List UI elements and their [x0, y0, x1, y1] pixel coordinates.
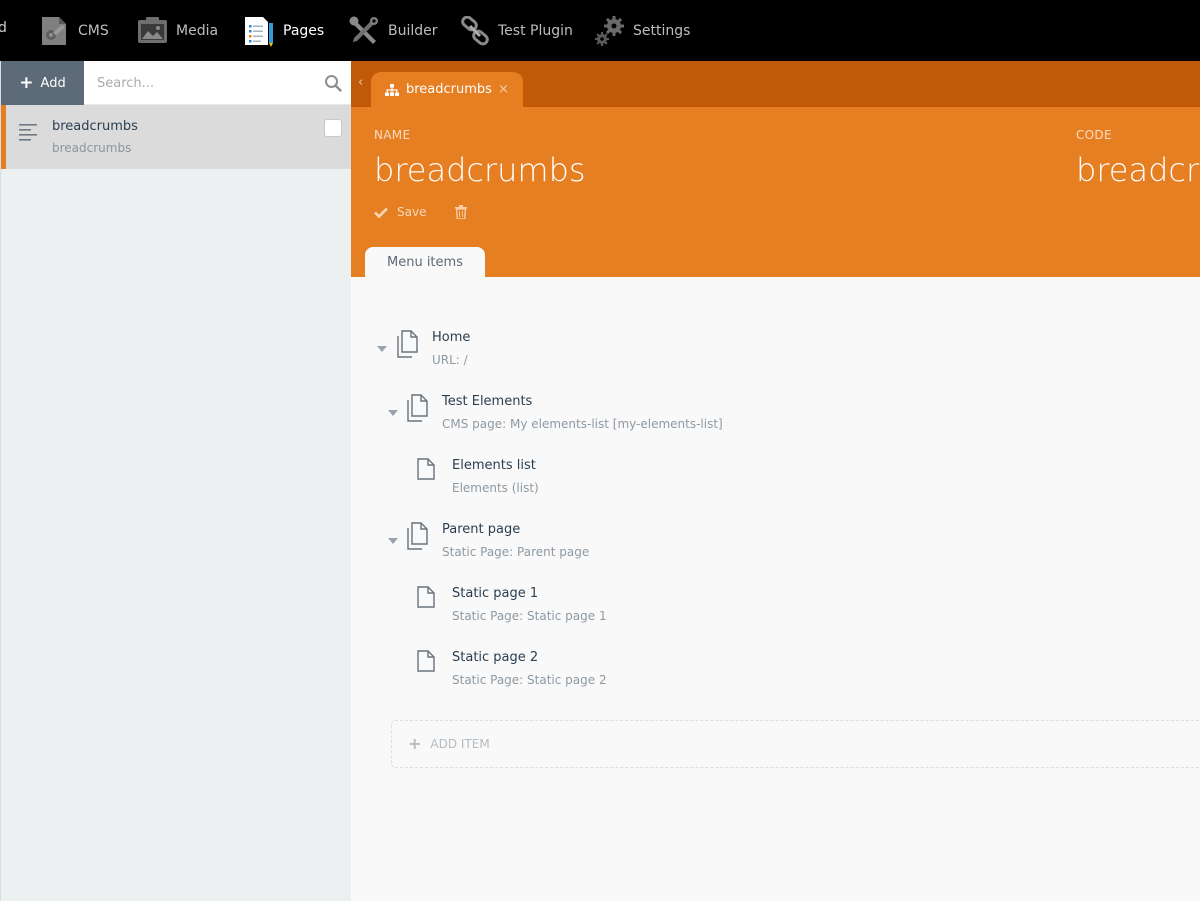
tree-item-home[interactable]: Home URL: /: [377, 330, 977, 374]
sitemap-icon: [385, 83, 399, 96]
tree-item-title: Parent page: [442, 522, 521, 537]
save-button[interactable]: Save: [374, 205, 426, 219]
list-item-title: breadcrumbs: [52, 119, 138, 134]
tab-scroll-left-icon[interactable]: ‹: [358, 75, 363, 90]
tab-bar: ‹ breadcrumbs ×: [351, 61, 1200, 107]
add-button[interactable]: + Add: [1, 61, 84, 105]
main-panel: ‹ breadcrumbs × NAME breadcrumbs CODE br…: [351, 61, 1200, 901]
cms-icon: [42, 16, 66, 45]
nav-label-test-plugin: Test Plugin: [498, 22, 573, 39]
tree-item-test-elements[interactable]: Test Elements CMS page: My elements-list…: [388, 394, 988, 438]
nav-item-settings[interactable]: Settings: [594, 0, 690, 61]
nav-item-test-plugin[interactable]: Test Plugin: [460, 0, 573, 61]
tree-item-subtitle: Static Page: Static page 2: [452, 673, 607, 687]
nav-label-media: Media: [176, 22, 219, 39]
file-icon: [417, 650, 435, 672]
trash-icon[interactable]: [455, 205, 467, 219]
tree-item-title: Static page 1: [452, 586, 539, 601]
tree-item-elements-list[interactable]: Elements list Elements (list): [417, 458, 1017, 502]
check-icon: [374, 207, 388, 218]
sidebar: + Add breadcrumbs breadcrumbs: [0, 61, 352, 901]
nav-label-settings: Settings: [633, 22, 691, 39]
save-label: Save: [397, 205, 427, 219]
file-icon: [417, 458, 435, 480]
plus-icon: +: [408, 734, 422, 753]
nav-item-pages[interactable]: Pages: [243, 0, 324, 61]
add-item-button[interactable]: + ADD ITEM: [391, 720, 1200, 768]
top-navigation: d CMS Media Pages Builder Test Plugin Se…: [0, 0, 1200, 61]
pages-icon: [245, 16, 273, 47]
close-icon[interactable]: ×: [498, 82, 509, 97]
menu-lines-icon: [19, 124, 37, 141]
builder-icon: [349, 16, 378, 44]
tab-menu-items-label: Menu items: [387, 255, 463, 270]
tree-item-parent-page[interactable]: Parent page Static Page: Parent page: [388, 522, 988, 566]
gears-icon: [595, 15, 624, 46]
tree-item-title: Elements list: [452, 458, 536, 473]
caret-down-icon[interactable]: [388, 410, 398, 416]
tree-item-subtitle: Static Page: Parent page: [442, 545, 590, 559]
nav-item-builder[interactable]: Builder: [348, 0, 438, 61]
tree-item-subtitle: URL: /: [432, 353, 468, 367]
media-icon: [138, 16, 167, 43]
add-button-label: Add: [40, 75, 66, 91]
tab-menu-items[interactable]: Menu items: [365, 247, 485, 277]
search-icon[interactable]: [324, 74, 342, 92]
pages-copy-icon: [397, 330, 418, 358]
nav-label-builder: Builder: [388, 22, 438, 39]
tree-item-static-page-2[interactable]: Static page 2 Static Page: Static page 2: [417, 650, 1017, 694]
record-header: NAME breadcrumbs CODE breadcrumbs Save M…: [351, 107, 1200, 277]
pages-copy-icon: [407, 394, 428, 422]
code-label: CODE: [1076, 128, 1112, 142]
list-item-subtitle: breadcrumbs: [52, 141, 132, 155]
sidebar-toolbar: + Add: [1, 61, 352, 105]
tree-item-static-page-1[interactable]: Static page 1 Static Page: Static page 1: [417, 586, 1017, 630]
nav-label-pages: Pages: [283, 22, 325, 39]
code-field[interactable]: breadcrumbs: [1076, 151, 1200, 189]
caret-down-icon[interactable]: [388, 538, 398, 544]
name-label: NAME: [374, 128, 411, 142]
list-item-checkbox[interactable]: [324, 119, 342, 137]
add-item-label: ADD ITEM: [430, 737, 490, 751]
name-field[interactable]: breadcrumbs: [374, 151, 586, 189]
nav-item-cms[interactable]: CMS: [38, 0, 109, 61]
search-box: [84, 61, 352, 105]
tree-item-subtitle: Static Page: Static page 1: [452, 609, 607, 623]
nav-item-media[interactable]: Media: [137, 0, 218, 61]
tree-item-subtitle: Elements (list): [452, 481, 539, 495]
tab-breadcrumbs[interactable]: breadcrumbs ×: [371, 72, 523, 107]
tree-item-title: Static page 2: [452, 650, 539, 665]
plus-icon: +: [19, 72, 34, 93]
file-icon: [417, 586, 435, 608]
tree-item-title: Test Elements: [442, 394, 533, 409]
tree-item-title: Home: [432, 330, 471, 345]
caret-down-icon[interactable]: [377, 346, 387, 352]
nav-item-dashboard-partial[interactable]: d: [0, 20, 7, 36]
tab-label: breadcrumbs: [406, 82, 492, 97]
list-item[interactable]: breadcrumbs breadcrumbs: [1, 105, 352, 169]
link-icon: [461, 15, 489, 45]
tree-item-subtitle: CMS page: My elements-list [my-elements-…: [442, 417, 723, 431]
pages-copy-icon: [407, 522, 428, 550]
search-input[interactable]: [84, 61, 352, 105]
nav-label-cms: CMS: [78, 22, 109, 39]
